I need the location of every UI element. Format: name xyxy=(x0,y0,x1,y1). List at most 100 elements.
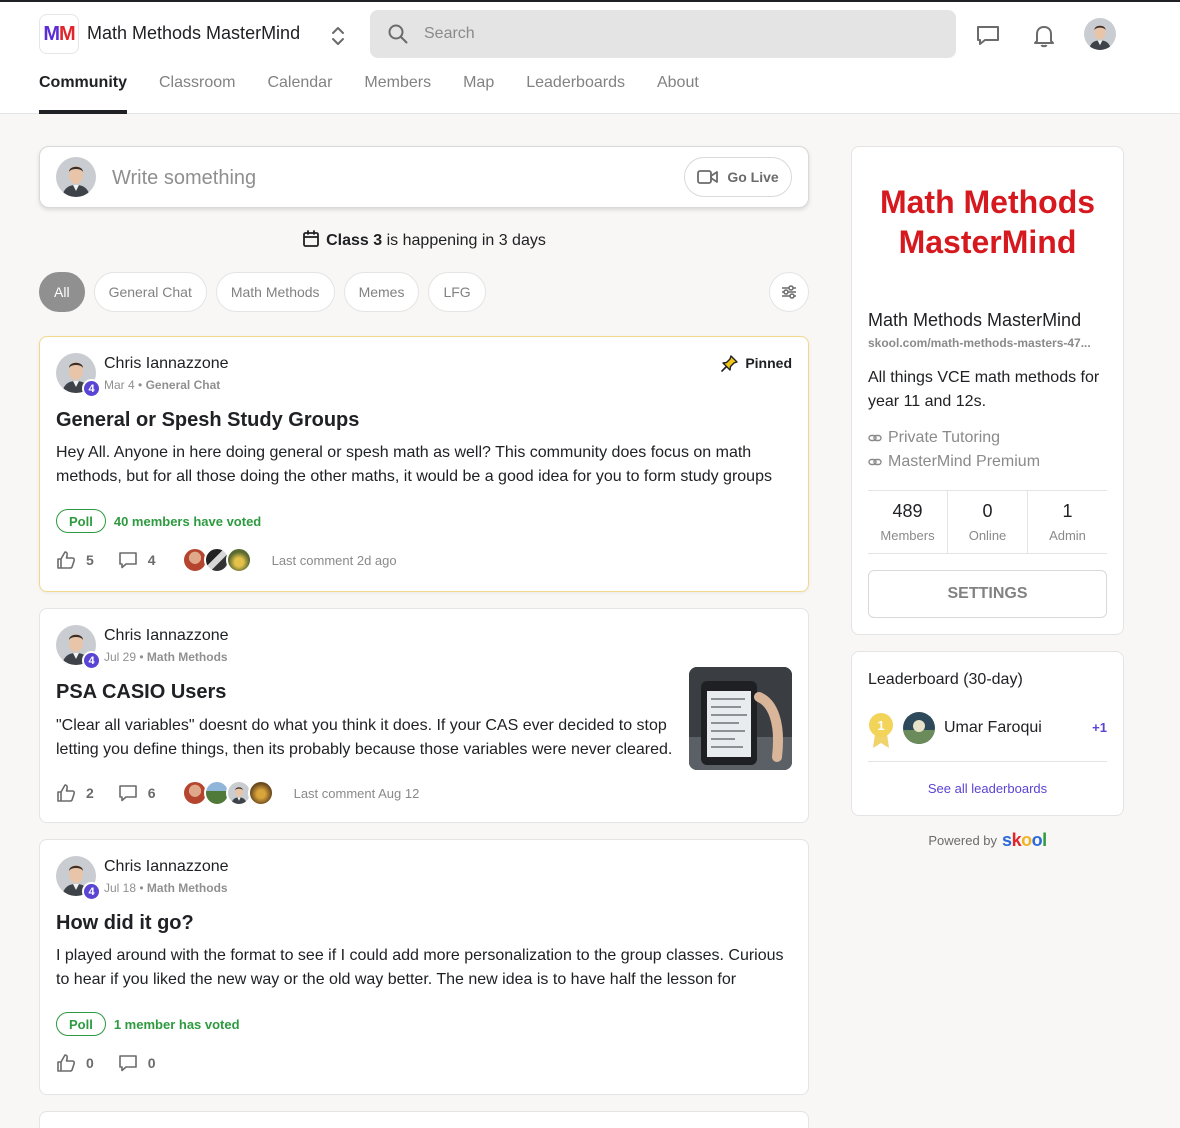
comment-count: 0 xyxy=(147,1055,156,1071)
poll-votes: 40 members have voted xyxy=(113,513,262,529)
leaderboard-title: Leaderboard (30-day) xyxy=(868,671,1023,688)
stat-online[interactable]: 0 Online xyxy=(947,491,1027,553)
post-card[interactable] xyxy=(39,1111,809,1128)
filter-chip-math-methods[interactable]: Math Methods xyxy=(215,272,335,312)
like-button[interactable]: 5 xyxy=(56,550,94,570)
search-input[interactable] xyxy=(424,10,924,58)
search-bar[interactable] xyxy=(370,10,956,58)
group-name[interactable]: Math Methods MasterMind xyxy=(87,23,300,44)
post-category[interactable]: Math Methods xyxy=(147,881,228,895)
tab-classroom[interactable]: Classroom xyxy=(159,74,235,114)
group-link[interactable]: MasterMind Premium xyxy=(868,450,1040,474)
post-title[interactable]: PSA CASIO Users xyxy=(56,681,226,704)
post-author[interactable]: Chris Iannazzone xyxy=(104,355,229,373)
settings-button[interactable]: SETTINGS xyxy=(868,570,1107,618)
category-filters: All General Chat Math Methods Memes LFG xyxy=(39,272,486,312)
composer-placeholder[interactable]: Write something xyxy=(112,167,256,190)
filter-chip-lfg[interactable]: LFG xyxy=(428,272,486,312)
commenter-avatar[interactable] xyxy=(247,780,274,806)
post-author[interactable]: Chris Iannazzone xyxy=(104,627,229,645)
post-category[interactable]: Math Methods xyxy=(147,650,228,664)
sidebar-group-name: Math Methods MasterMind xyxy=(868,310,1082,330)
filter-chip-general-chat[interactable]: General Chat xyxy=(93,272,207,312)
post-thumbnail[interactable] xyxy=(689,667,792,770)
top-header: MM Math Methods MasterMind Community Cla… xyxy=(0,2,1180,114)
like-button[interactable]: 2 xyxy=(56,783,94,803)
group-description: All things VCE math methods for year 11 … xyxy=(868,369,1100,410)
link-icon xyxy=(868,458,882,466)
post-category[interactable]: General Chat xyxy=(146,378,221,392)
event-class-name[interactable]: Class 3 xyxy=(326,232,382,249)
event-text: is happening in 3 days xyxy=(386,232,546,249)
search-icon xyxy=(388,24,408,44)
powered-by[interactable]: Powered by skool xyxy=(851,830,1124,851)
comment-button[interactable]: 6 xyxy=(118,783,156,803)
commenter-avatar[interactable] xyxy=(225,547,252,573)
post-title[interactable]: General or Spesh Study Groups xyxy=(56,409,359,432)
tab-calendar[interactable]: Calendar xyxy=(267,74,332,114)
thumbs-up-icon xyxy=(57,784,75,802)
group-link-label: MasterMind Premium xyxy=(888,453,1041,470)
like-count: 5 xyxy=(86,552,94,568)
filter-chip-memes[interactable]: Memes xyxy=(343,272,420,312)
leader-name[interactable]: Umar Faroqui xyxy=(944,719,1042,737)
post-meta: Jul 29 • Math Methods xyxy=(104,650,228,664)
group-url[interactable]: skool.com/math-methods-masters-47... xyxy=(868,336,1108,350)
tab-members[interactable]: Members xyxy=(364,74,431,114)
post-body[interactable]: "Clear all variables" doesnt do what you… xyxy=(56,714,676,762)
group-link[interactable]: Private Tutoring xyxy=(868,426,1040,450)
link-icon xyxy=(868,434,882,442)
chat-icon[interactable] xyxy=(975,22,1001,48)
leaderboard-row[interactable]: 1 Umar Faroqui +1 xyxy=(868,710,1107,762)
group-cover[interactable]: Math Methods MasterMind xyxy=(852,147,1123,297)
commenter-avatars xyxy=(181,547,252,573)
event-banner[interactable]: Class 3 is happening in 3 days xyxy=(0,230,848,250)
leaderboard-card: Leaderboard (30-day) 1 Umar Faroqui +1 S… xyxy=(851,651,1124,816)
post-date: Jul 18 xyxy=(104,881,137,895)
filter-chip-all[interactable]: All xyxy=(39,272,85,312)
poll-tag: Poll xyxy=(56,509,106,533)
like-button[interactable]: 0 xyxy=(56,1053,94,1073)
stat-members[interactable]: 489 Members xyxy=(868,491,947,553)
go-live-label: Go Live xyxy=(727,169,779,185)
group-switcher-icon[interactable] xyxy=(328,24,348,48)
post-composer[interactable]: Write something Go Live xyxy=(39,146,809,208)
leader-avatar[interactable] xyxy=(903,712,935,744)
poll-summary[interactable]: Poll 40 members have voted xyxy=(56,509,261,533)
post-body[interactable]: I played around with the format to see i… xyxy=(56,944,786,992)
comment-button[interactable]: 0 xyxy=(118,1053,156,1073)
go-live-button[interactable]: Go Live xyxy=(684,157,792,197)
poll-votes: 1 member has voted xyxy=(113,1016,240,1032)
post-author[interactable]: Chris Iannazzone xyxy=(104,858,229,876)
post-actions: 0 0 xyxy=(56,1053,180,1073)
group-about-card: Math Methods MasterMind Math Methods Mas… xyxy=(851,146,1124,635)
leader-points: +1 xyxy=(1092,720,1107,735)
level-badge: 4 xyxy=(82,379,101,398)
group-link-label: Private Tutoring xyxy=(888,429,1001,446)
composer-avatar xyxy=(56,157,96,197)
filter-settings-button[interactable] xyxy=(769,272,809,312)
tab-about[interactable]: About xyxy=(657,74,699,114)
tab-map[interactable]: Map xyxy=(463,74,494,114)
comment-button[interactable]: 4 xyxy=(118,550,156,570)
post-actions: 5 4 Last comment 2d ago xyxy=(56,547,397,573)
see-all-leaderboards-link[interactable]: See all leaderboards xyxy=(852,781,1123,796)
bell-icon[interactable] xyxy=(1031,22,1057,48)
calendar-icon xyxy=(303,230,320,247)
stat-admin[interactable]: 1 Admin xyxy=(1027,491,1107,553)
post-card[interactable]: 4 Chris Iannazzone Jul 18 • Math Methods… xyxy=(39,839,809,1095)
user-avatar[interactable] xyxy=(1084,18,1116,50)
comment-icon xyxy=(118,552,137,569)
post-title[interactable]: How did it go? xyxy=(56,912,194,935)
post-body[interactable]: Hey All. Anyone in here doing general or… xyxy=(56,441,786,489)
poll-summary[interactable]: Poll 1 member has voted xyxy=(56,1012,240,1036)
comment-count: 4 xyxy=(147,552,156,568)
tab-leaderboards[interactable]: Leaderboards xyxy=(526,74,625,114)
cover-line: MasterMind xyxy=(898,224,1077,260)
group-logo[interactable]: MM xyxy=(39,14,79,54)
commenter-avatars xyxy=(181,780,274,806)
post-card[interactable]: 4 Chris Iannazzone Mar 4 • General Chat … xyxy=(39,336,809,592)
post-card[interactable]: 4 Chris Iannazzone Jul 29 • Math Methods… xyxy=(39,608,809,823)
pinned-indicator: Pinned xyxy=(721,354,792,372)
tab-community[interactable]: Community xyxy=(39,74,127,114)
